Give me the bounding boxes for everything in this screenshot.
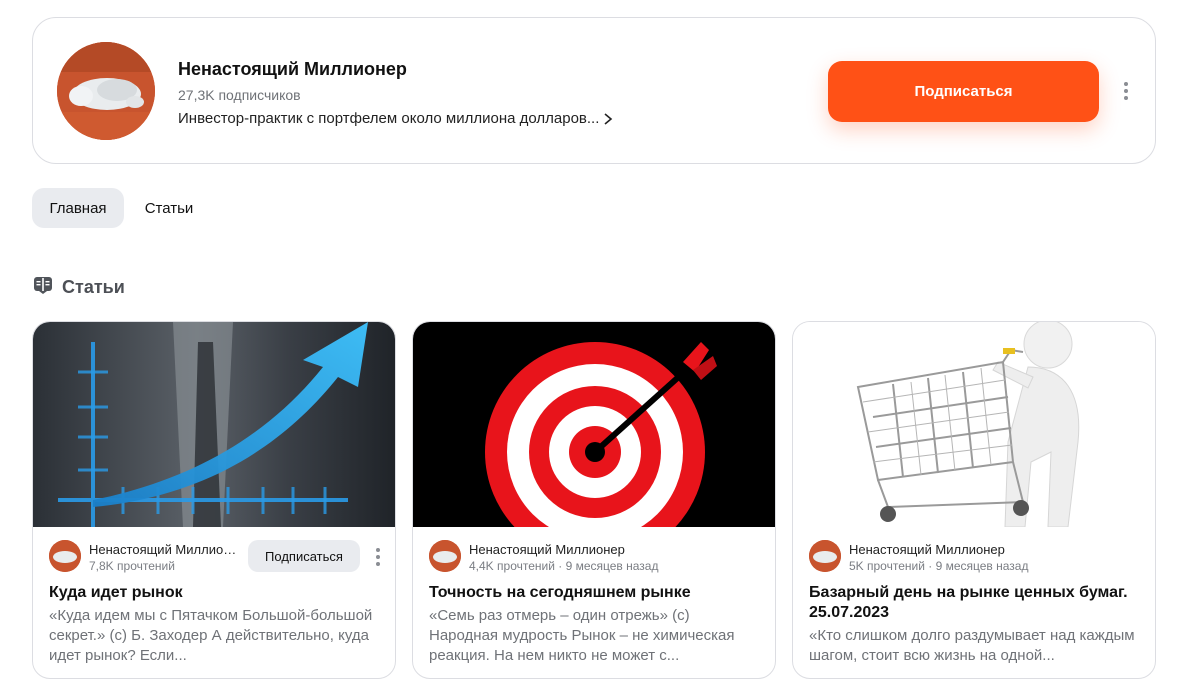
article-meta: 7,8K прочтений	[89, 559, 175, 573]
growth-chart-image	[33, 322, 395, 527]
author-avatar[interactable]	[49, 540, 81, 572]
article-image[interactable]	[33, 322, 395, 527]
author-avatar[interactable]	[429, 540, 461, 572]
article-image[interactable]	[793, 322, 1155, 527]
cat-photo-icon	[429, 540, 461, 572]
channel-description[interactable]: Инвестор-практик с портфелем около милли…	[178, 110, 615, 127]
more-options-icon[interactable]	[1123, 82, 1129, 100]
article-title[interactable]: Базарный день на рынке ценных бумаг. 25.…	[809, 583, 1144, 623]
article-title[interactable]: Куда идет рынок	[49, 583, 384, 603]
article-snippet: «Кто слишком долго раздумывает над кажды…	[809, 627, 1135, 664]
article-author[interactable]: Ненастоящий Миллионер	[469, 542, 625, 557]
cat-photo-icon	[49, 540, 81, 572]
shopping-cart-image	[793, 322, 1155, 527]
article-image[interactable]	[413, 322, 775, 527]
card-subscribe-button[interactable]: Подписаться	[248, 540, 360, 572]
subscribe-button[interactable]: Подписаться	[828, 61, 1099, 122]
article-card[interactable]: Ненастоящий Миллионер 4,4K прочтений · 9…	[412, 321, 776, 679]
cat-photo-icon	[809, 540, 841, 572]
subscriber-count: 27,3K подписчиков	[178, 87, 301, 103]
target-arrow-image	[413, 322, 775, 527]
author-avatar[interactable]	[809, 540, 841, 572]
article-title[interactable]: Точность на сегодняшнем рынке	[429, 583, 764, 603]
more-options-icon[interactable]	[375, 548, 381, 566]
channel-card: Ненастоящий Миллионер 27,3K подписчиков …	[32, 17, 1156, 164]
article-meta: 4,4K прочтений · 9 месяцев назад	[469, 559, 659, 573]
article-card[interactable]: Ненастоящий Миллионер 7,8K прочтений Под…	[32, 321, 396, 679]
article-snippet: «Семь раз отмерь – один отрежь» (с) Наро…	[429, 607, 735, 664]
chevron-right-icon	[604, 112, 613, 125]
channel-description-text: Инвестор-практик с портфелем около милли…	[178, 110, 600, 127]
article-card[interactable]: Ненастоящий Миллионер 5K прочтений · 9 м…	[792, 321, 1156, 679]
channel-avatar[interactable]	[57, 42, 155, 140]
article-meta: 5K прочтений · 9 месяцев назад	[849, 559, 1029, 573]
cat-photo-icon	[57, 42, 155, 140]
tab-articles[interactable]: Статьи	[132, 188, 206, 228]
article-snippet: «Куда идем мы с Пятачком Большой-большой…	[49, 607, 373, 664]
channel-name[interactable]: Ненастоящий Миллионер	[178, 59, 407, 80]
section-title: Статьи	[62, 277, 125, 297]
tab-main[interactable]: Главная	[32, 188, 124, 228]
book-open-icon	[34, 277, 52, 294]
article-author[interactable]: Ненастоящий Миллионер	[849, 542, 1005, 557]
article-author[interactable]: Ненастоящий Миллионер	[89, 542, 239, 557]
